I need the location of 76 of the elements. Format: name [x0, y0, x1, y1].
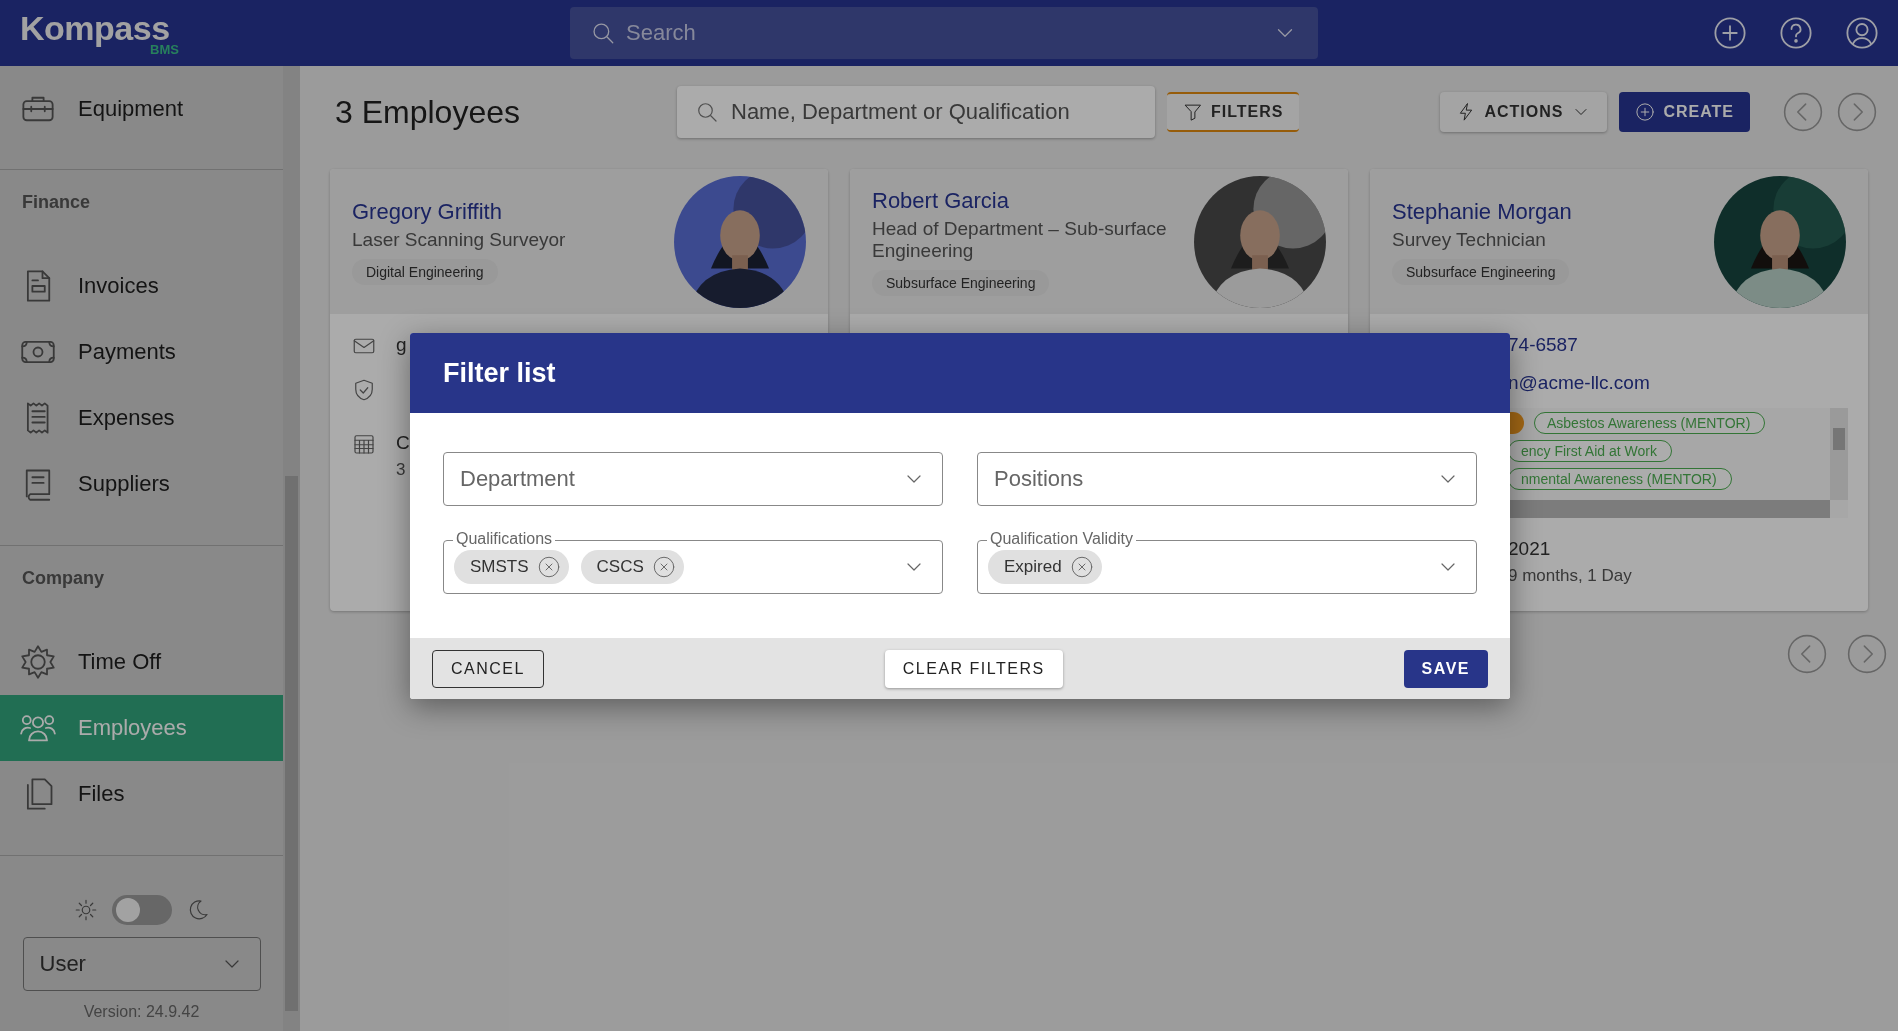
section-heading: Finance: [21, 191, 92, 214]
previous-icon[interactable]: [1782, 91, 1824, 133]
scrollbar[interactable]: [1508, 500, 1830, 518]
filter-chip[interactable]: SMSTS: [454, 550, 569, 584]
next-icon[interactable]: [1846, 633, 1888, 675]
sidebar-item[interactable]: Suppliers: [0, 451, 283, 517]
next-icon[interactable]: [1836, 91, 1878, 133]
search-field[interactable]: Search: [570, 7, 1318, 59]
search-field[interactable]: Name, Department or Qualification: [677, 86, 1155, 138]
chip-label: SMSTS: [470, 557, 529, 577]
select-field[interactable]: Department: [443, 452, 943, 506]
qualification-tag: ency First Aid at Work: [1508, 440, 1672, 462]
cancel-button[interactable]: CANCEL: [432, 649, 544, 688]
sidebar-item[interactable]: Equipment: [0, 76, 283, 142]
qualification-tag: nmental Awareness (MENTOR): [1508, 468, 1732, 490]
search-icon: [695, 100, 719, 124]
shield-icon: [352, 378, 376, 402]
department-tag: Subsurface Engineering: [872, 269, 1050, 296]
sidebar-item[interactable]: Files: [0, 761, 283, 827]
select-field[interactable]: Positions: [977, 452, 1477, 506]
role-select[interactable]: User: [22, 937, 261, 991]
section-heading: Company: [21, 567, 105, 590]
department-tag: Subsurface Engineering: [1392, 258, 1570, 285]
sidebar-item[interactable]: Time Off: [0, 629, 283, 695]
card-header[interactable]: Gregory Griffith Laser Scanning Surveyor Digital Engineering: [330, 169, 828, 314]
remove-icon[interactable]: [536, 555, 561, 579]
detail-text: g: [396, 334, 407, 356]
sun-icon: [73, 898, 98, 922]
employee-name[interactable]: Robert Garcia: [872, 187, 1009, 214]
employee-name[interactable]: Gregory Griffith: [352, 198, 502, 225]
employee-position: Survey Technician: [1392, 228, 1546, 251]
search-icon: [590, 20, 616, 46]
filter-chip[interactable]: CSCS: [580, 550, 684, 584]
field-label: Qualifications: [453, 530, 556, 548]
filters-button[interactable]: FILTERS: [1167, 92, 1300, 132]
card-header[interactable]: Robert Garcia Head of Department – Sub-surface Engineering Subsurface Engineering: [850, 169, 1348, 314]
version-label: Version: 24.9.42: [83, 1003, 200, 1021]
help-icon[interactable]: [1778, 15, 1814, 51]
sidebar-item[interactable]: Invoices: [0, 253, 283, 319]
card-header[interactable]: Stephanie Morgan Survey Technician Subsurface Engineering: [1370, 169, 1868, 314]
employee-name[interactable]: Stephanie Morgan: [1392, 198, 1572, 225]
contact-link[interactable]: n@acme-llc.com: [1508, 372, 1650, 394]
logo: Kompass: [20, 10, 170, 45]
create-button[interactable]: CREATE: [1619, 92, 1750, 132]
scrollbar[interactable]: [1830, 408, 1848, 500]
employee-position: Laser Scanning Surveyor: [352, 228, 566, 251]
chip-label: CSCS: [596, 557, 644, 577]
qualification-tag: Asbestos Awareness (MENTOR): [1534, 412, 1766, 434]
field-label: Qualification Validity: [987, 530, 1136, 548]
actions-button[interactable]: ACTIONS: [1440, 92, 1608, 132]
clear-button[interactable]: CLEAR FILTERS: [884, 649, 1063, 688]
dialog-title: Filter list: [410, 333, 1510, 413]
plus-icon: [1635, 102, 1656, 122]
scrollbar[interactable]: [283, 66, 300, 1031]
save-button[interactable]: SAVE: [1403, 649, 1488, 688]
contact-link[interactable]: 74-6587: [1508, 334, 1578, 356]
remove-icon[interactable]: [1069, 555, 1094, 579]
calendar-icon: [352, 432, 376, 456]
page-title: 3 Employees: [335, 93, 521, 131]
sidebar-item[interactable]: Expenses: [0, 385, 283, 451]
theme-switch[interactable]: [111, 895, 172, 925]
employee-position: Head of Department – Sub-surface Engineering: [872, 217, 1168, 262]
detail-text: 2021: [1508, 538, 1552, 560]
previous-icon[interactable]: [1786, 633, 1828, 675]
logo-subtitle: BMS: [150, 42, 179, 56]
remove-icon[interactable]: [651, 555, 676, 579]
sidebar-item[interactable]: Payments: [0, 319, 283, 385]
add-icon[interactable]: [1712, 15, 1748, 51]
department-tag: Digital Engineering: [352, 258, 498, 285]
detail-text: 3: [396, 460, 407, 480]
sun-icon: [20, 644, 56, 680]
detail-text: C: [396, 432, 410, 454]
account-icon[interactable]: [1844, 15, 1880, 51]
filter-icon: [1183, 102, 1203, 122]
chip-label: Expired: [1004, 557, 1062, 577]
filter-chip[interactable]: Expired: [988, 550, 1102, 584]
